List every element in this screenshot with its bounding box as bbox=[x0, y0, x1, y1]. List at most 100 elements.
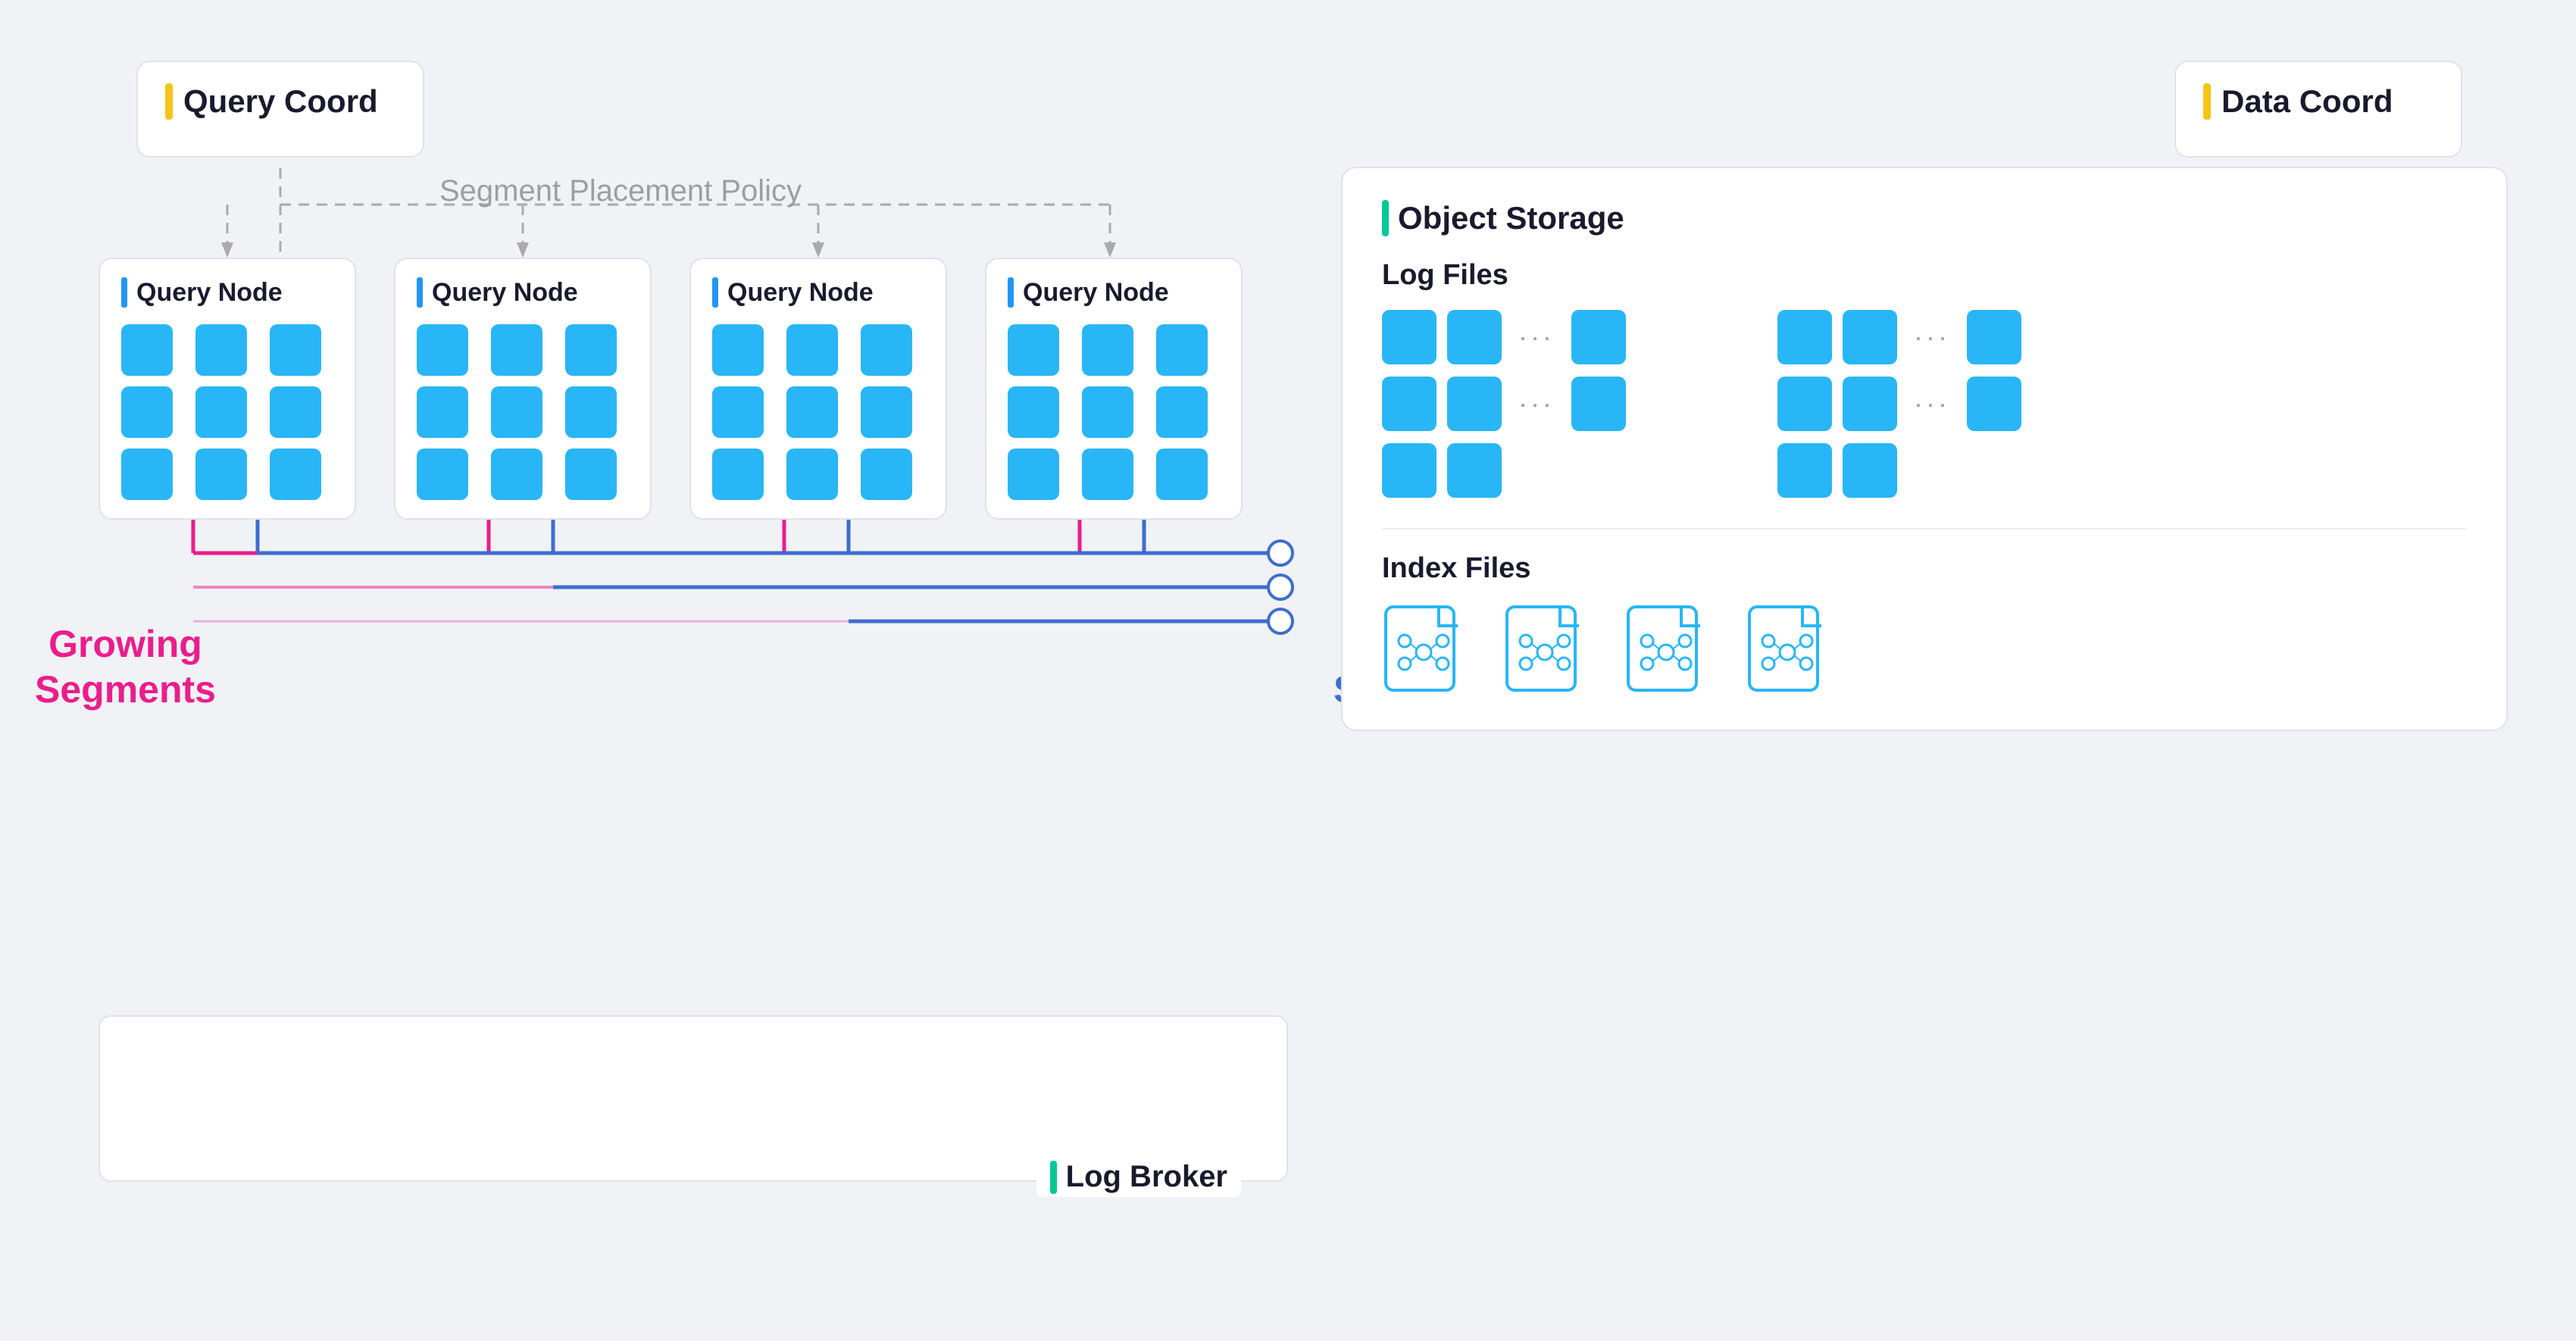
log-broker-label: Log Broker bbox=[1036, 1157, 1241, 1197]
seg bbox=[1082, 449, 1133, 500]
log-row: ··· bbox=[1382, 310, 1626, 364]
qn1-segments bbox=[121, 324, 333, 500]
seg bbox=[861, 449, 912, 500]
object-storage-box: Object Storage Log Files ··· bbox=[1341, 167, 2508, 731]
seg bbox=[491, 324, 542, 376]
object-storage-title: Object Storage bbox=[1382, 200, 2467, 236]
log-sq bbox=[1382, 377, 1436, 431]
seg bbox=[417, 324, 468, 376]
growing-segments-label: GrowingSegments bbox=[35, 621, 216, 712]
log-sq bbox=[1777, 377, 1832, 431]
data-coord-box: Data Coord bbox=[2174, 61, 2462, 158]
query-coord-title: Query Coord bbox=[165, 83, 395, 120]
log-sq bbox=[1447, 377, 1502, 431]
seg bbox=[712, 386, 764, 438]
seg bbox=[565, 324, 617, 376]
log-sq bbox=[1843, 377, 1897, 431]
divider bbox=[1382, 528, 2467, 530]
query-node-4: Query Node bbox=[985, 258, 1243, 520]
query-node-2: Query Node bbox=[394, 258, 652, 520]
query-coord-box: Query Coord bbox=[136, 61, 424, 158]
seg bbox=[195, 386, 247, 438]
spacer bbox=[1671, 310, 1732, 498]
seg bbox=[786, 324, 838, 376]
index-files-title: Index Files bbox=[1382, 552, 2467, 585]
qn4-bar bbox=[1008, 277, 1014, 308]
query-node-1: Query Node bbox=[98, 258, 356, 520]
query-node-3: Query Node bbox=[689, 258, 947, 520]
qn4-segments bbox=[1008, 324, 1220, 500]
seg bbox=[786, 449, 838, 500]
query-node-2-title: Query Node bbox=[417, 277, 629, 308]
seg bbox=[195, 449, 247, 500]
query-node-3-title: Query Node bbox=[712, 277, 924, 308]
log-sq bbox=[1843, 310, 1897, 364]
log-row bbox=[1777, 443, 2021, 498]
log-sq bbox=[1571, 310, 1626, 364]
seg bbox=[861, 386, 912, 438]
log-files-area: Log Files ··· ··· bbox=[1382, 259, 2467, 498]
log-sq bbox=[1571, 377, 1626, 431]
log-sq bbox=[1777, 310, 1832, 364]
log-sq bbox=[1382, 310, 1436, 364]
query-coord-bar bbox=[165, 83, 173, 120]
seg bbox=[270, 449, 321, 500]
storage-bar bbox=[1382, 200, 1389, 236]
log-row: ··· bbox=[1777, 377, 2021, 431]
log-row: ··· bbox=[1777, 310, 2021, 364]
seg bbox=[1156, 386, 1208, 438]
seg bbox=[417, 386, 468, 438]
seg bbox=[121, 386, 173, 438]
seg bbox=[1156, 324, 1208, 376]
log-sq bbox=[1447, 310, 1502, 364]
query-node-4-title: Query Node bbox=[1008, 277, 1220, 308]
seg bbox=[417, 449, 468, 500]
seg bbox=[565, 449, 617, 500]
data-coord-title: Data Coord bbox=[2203, 83, 2434, 120]
log-sq bbox=[1843, 443, 1897, 498]
segment-placement-policy-label: Segment Placement Policy bbox=[439, 174, 802, 208]
seg bbox=[491, 449, 542, 500]
log-sq bbox=[1447, 443, 1502, 498]
diagram-container: Query Coord Segment Placement Policy Que… bbox=[0, 0, 2576, 1341]
seg bbox=[195, 324, 247, 376]
seg bbox=[712, 449, 764, 500]
seg bbox=[1008, 386, 1059, 438]
query-node-1-title: Query Node bbox=[121, 277, 333, 308]
seg bbox=[565, 386, 617, 438]
seg bbox=[786, 386, 838, 438]
seg bbox=[121, 324, 173, 376]
index-icons-row bbox=[1382, 603, 2467, 698]
log-group-1: ··· ··· bbox=[1382, 310, 1626, 498]
seg bbox=[270, 324, 321, 376]
log-row bbox=[1382, 443, 1626, 498]
qn2-bar bbox=[417, 277, 423, 308]
seg bbox=[1156, 449, 1208, 500]
index-icon-1 bbox=[1382, 603, 1465, 698]
log-sq bbox=[1382, 443, 1436, 498]
index-icon-4 bbox=[1746, 603, 1829, 698]
index-icon-3 bbox=[1624, 603, 1708, 698]
seg bbox=[712, 324, 764, 376]
seg bbox=[1082, 324, 1133, 376]
log-files-title: Log Files bbox=[1382, 259, 2467, 292]
qn3-bar bbox=[712, 277, 718, 308]
seg bbox=[1082, 386, 1133, 438]
seg bbox=[1008, 324, 1059, 376]
log-broker-box: Log Broker bbox=[98, 1015, 1288, 1182]
index-icon-2 bbox=[1503, 603, 1587, 698]
log-sq bbox=[1777, 443, 1832, 498]
qn3-segments bbox=[712, 324, 924, 500]
seg bbox=[861, 324, 912, 376]
seg bbox=[270, 386, 321, 438]
data-coord-bar bbox=[2203, 83, 2211, 120]
seg bbox=[491, 386, 542, 438]
index-files-area: Index Files bbox=[1382, 552, 2467, 698]
log-row: ··· bbox=[1382, 377, 1626, 431]
log-sq bbox=[1967, 377, 2021, 431]
log-files-grid: ··· ··· bbox=[1382, 310, 2467, 498]
log-group-2: ··· ··· bbox=[1777, 310, 2021, 498]
log-sq bbox=[1967, 310, 2021, 364]
qn1-bar bbox=[121, 277, 127, 308]
seg bbox=[1008, 449, 1059, 500]
